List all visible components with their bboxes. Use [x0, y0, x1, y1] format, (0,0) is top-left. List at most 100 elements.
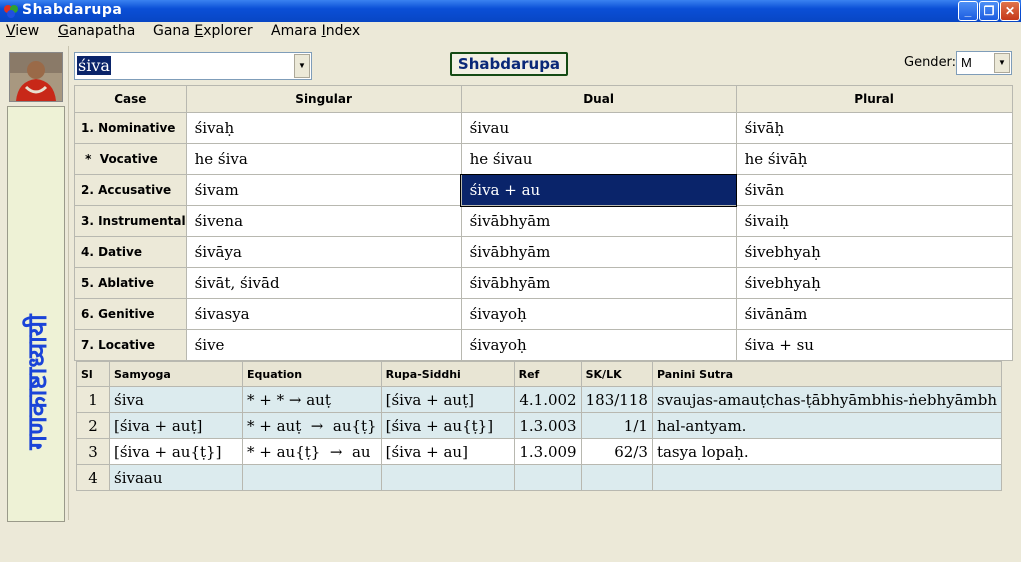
vertical-banner: गणकाष्टाध्यायी	[7, 106, 65, 522]
table-row: * Vocative he śiva he śivau he śivāḥ	[74, 143, 1013, 175]
case-label: 3. Instrumental	[74, 205, 187, 237]
sk-lk-cell: 62/3	[580, 438, 653, 465]
form-cell[interactable]: śivau	[460, 112, 737, 144]
form-cell[interactable]: śivasya	[185, 298, 462, 330]
word-input[interactable]: śiva	[77, 56, 111, 75]
declension-table: Case Singular Dual Plural 1. Nominative …	[74, 85, 1013, 361]
ref-cell: 4.1.002	[513, 386, 582, 413]
table-row: 4 śivaau	[76, 464, 1003, 491]
derivation-table: Sl Samyoga Equation Rupa-Siddhi Ref SK/L…	[76, 361, 1003, 491]
sk-lk-cell: 1/1	[580, 412, 653, 439]
form-cell[interactable]: śivayoḥ	[460, 298, 737, 330]
header-plural: Plural	[735, 85, 1013, 113]
close-button[interactable]: ✕	[1000, 1, 1020, 21]
case-label: 5. Ablative	[74, 267, 187, 299]
case-label: 7. Locative	[74, 329, 187, 361]
form-cell[interactable]: he śivāḥ	[735, 143, 1013, 175]
rupa-siddhi-cell: [śiva + au{ṭ}]	[380, 412, 515, 439]
form-cell[interactable]: śivaiḥ	[735, 205, 1013, 237]
sutra-cell: hal-antyam.	[651, 412, 1003, 439]
form-cell[interactable]: he śivau	[460, 143, 737, 175]
form-cell[interactable]: śivāya	[185, 236, 462, 268]
menu-gana-explorer[interactable]: Gana Explorer	[153, 23, 253, 39]
derivation-header-row: Sl Samyoga Equation Rupa-Siddhi Ref SK/L…	[76, 361, 1003, 387]
title-bar: Shabdarupa _ ❐ ✕	[0, 0, 1021, 22]
form-cell[interactable]: śivābhyām	[460, 205, 737, 237]
window-title: Shabdarupa	[22, 2, 123, 18]
table-row: 2. Accusative śivam śiva + au śivān	[74, 173, 1013, 207]
left-panel: गणकाष्टाध्यायी	[2, 46, 69, 522]
header-sl: Sl	[76, 361, 110, 387]
header-ref: Ref	[513, 361, 582, 387]
header-samyoga: Samyoga	[109, 361, 243, 387]
header-rupa-siddhi: Rupa-Siddhi	[380, 361, 515, 387]
vertical-banner-text: गणकाष्टाध्यायी	[23, 314, 53, 450]
row-number: 4	[76, 464, 110, 491]
form-cell[interactable]: śivebhyaḥ	[735, 236, 1013, 268]
row-number: 1	[76, 386, 110, 413]
gender-value: M	[961, 55, 972, 70]
table-row: 3 [śiva + au{ṭ}] * + au{ṭ} → au [śiva + …	[76, 438, 1003, 465]
chevron-down-icon[interactable]: ▼	[994, 53, 1010, 73]
word-combo-box[interactable]: śiva ▼	[74, 52, 312, 80]
ref-cell: 1.3.003	[513, 412, 582, 439]
person-photo-icon	[10, 53, 62, 101]
sutra-cell	[651, 464, 1003, 491]
header-singular: Singular	[185, 85, 462, 113]
equation-cell: * + * → auṭ	[242, 386, 382, 413]
table-row: 2 [śiva + auṭ] * + auṭ → au{ṭ} [śiva + a…	[76, 412, 1003, 439]
header-case: Case	[74, 85, 187, 113]
rupa-siddhi-cell: [śiva + auṭ]	[380, 386, 515, 413]
sutra-cell: tasya lopaḥ.	[651, 438, 1003, 465]
form-cell[interactable]: śivayoḥ	[460, 329, 737, 361]
row-number: 3	[76, 438, 110, 465]
rupa-siddhi-cell: [śiva + au]	[380, 438, 515, 465]
avatar	[9, 52, 63, 102]
case-label: 6. Genitive	[74, 298, 187, 330]
form-cell[interactable]: he śiva	[185, 143, 462, 175]
sk-lk-cell	[580, 464, 653, 491]
table-row: 6. Genitive śivasya śivayoḥ śivānām	[74, 298, 1013, 330]
form-cell-selected[interactable]: śiva + au	[460, 173, 738, 207]
samyoga-cell: śivaau	[109, 464, 243, 491]
case-label: 2. Accusative	[74, 174, 187, 206]
form-cell[interactable]: śivāt, śivād	[185, 267, 462, 299]
header-panini-sutra: Panini Sutra	[651, 361, 1003, 387]
chevron-down-icon[interactable]: ▼	[294, 54, 310, 78]
form-cell[interactable]: śivāḥ	[735, 112, 1013, 144]
header-equation: Equation	[242, 361, 382, 387]
samyoga-cell: [śiva + auṭ]	[109, 412, 243, 439]
equation-cell: * + auṭ → au{ṭ}	[242, 412, 382, 439]
equation-cell: * + au{ṭ} → au	[242, 438, 382, 465]
header-sk-lk: SK/LK	[580, 361, 653, 387]
form-cell[interactable]: śivebhyaḥ	[735, 267, 1013, 299]
form-cell[interactable]: śivam	[185, 174, 462, 206]
table-row: 3. Instrumental śivena śivābhyām śivaiḥ	[74, 205, 1013, 237]
menu-bar: View Ganapatha Gana Explorer Amara Index	[0, 22, 1021, 42]
table-row: 1. Nominative śivaḥ śivau śivāḥ	[74, 112, 1013, 144]
table-row: 7. Locative śive śivayoḥ śiva + su	[74, 329, 1013, 361]
samyoga-cell: [śiva + au{ṭ}]	[109, 438, 243, 465]
menu-ganapatha[interactable]: Ganapatha	[58, 23, 135, 39]
gender-select[interactable]: M ▼	[956, 51, 1012, 75]
menu-view[interactable]: View	[6, 23, 39, 39]
table-row: 5. Ablative śivāt, śivād śivābhyām śiveb…	[74, 267, 1013, 299]
form-cell[interactable]: śivābhyām	[460, 236, 737, 268]
form-cell[interactable]: śivānām	[735, 298, 1013, 330]
form-cell[interactable]: śiva + su	[735, 329, 1013, 361]
case-label: 1. Nominative	[74, 112, 187, 144]
form-cell[interactable]: śivena	[185, 205, 462, 237]
minimize-button[interactable]: _	[958, 1, 978, 21]
menu-amara-index[interactable]: Amara Index	[271, 23, 360, 39]
sk-lk-cell: 183/118	[580, 386, 653, 413]
form-cell[interactable]: śivābhyām	[460, 267, 737, 299]
maximize-button[interactable]: ❐	[979, 1, 999, 21]
header-dual: Dual	[460, 85, 737, 113]
form-cell[interactable]: śivaḥ	[185, 112, 462, 144]
shabdarupa-button[interactable]: Shabdarupa	[450, 52, 568, 76]
ref-cell: 1.3.009	[513, 438, 582, 465]
form-cell[interactable]: śive	[185, 329, 462, 361]
samyoga-cell: śiva	[109, 386, 243, 413]
form-cell[interactable]: śivān	[735, 174, 1013, 206]
declension-header-row: Case Singular Dual Plural	[74, 85, 1013, 113]
